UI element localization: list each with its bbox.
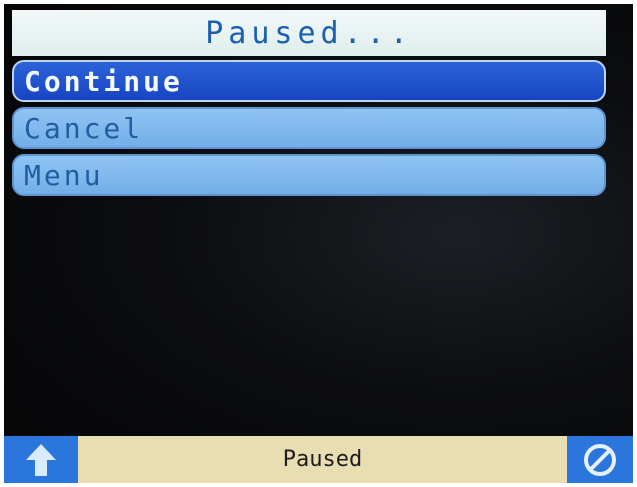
up-button[interactable] xyxy=(4,436,78,483)
menu-item-label: Menu xyxy=(24,158,104,192)
menu-item-menu[interactable]: Menu xyxy=(12,154,606,196)
pause-menu: Continue Cancel Menu xyxy=(12,60,606,201)
status-bar: Paused xyxy=(4,436,633,483)
paused-screen: Paused... Continue Cancel Menu Paused xyxy=(4,4,633,483)
no-entry-icon xyxy=(584,443,616,476)
menu-item-label: Cancel xyxy=(24,111,144,145)
menu-item-continue[interactable]: Continue xyxy=(12,60,606,102)
status-text: Paused xyxy=(78,436,567,483)
menu-item-label: Continue xyxy=(24,64,183,98)
page-title: Paused... xyxy=(12,10,606,56)
menu-item-cancel[interactable]: Cancel xyxy=(12,107,606,149)
up-arrow-icon xyxy=(26,443,56,476)
no-entry-button[interactable] xyxy=(567,436,633,483)
